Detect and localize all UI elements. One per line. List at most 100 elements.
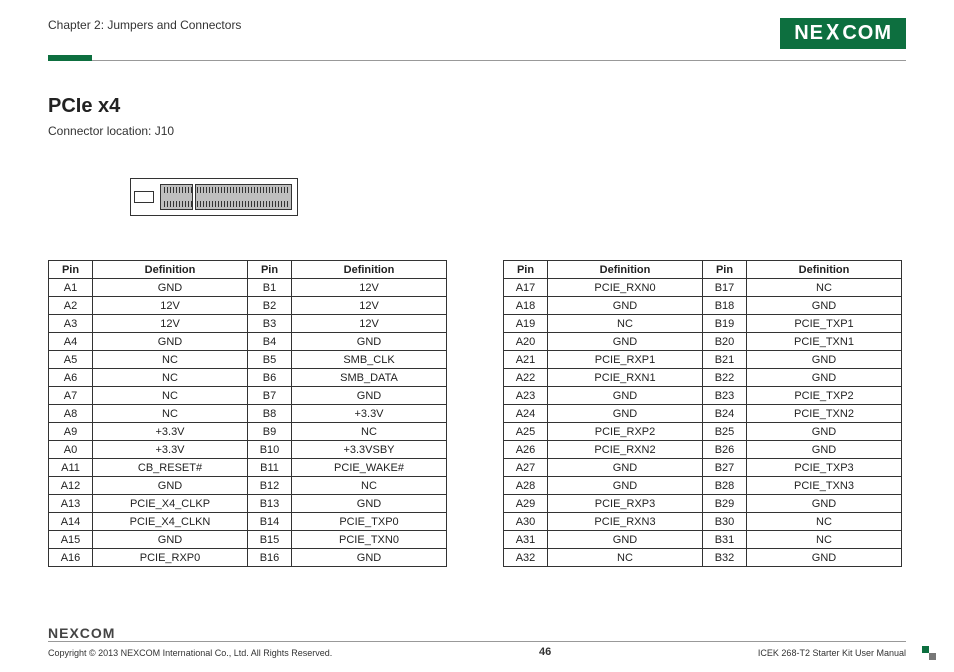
- pin-cell: A7: [49, 387, 93, 405]
- logo-part-x: X: [826, 21, 840, 46]
- definition-cell: PCIE_RXN2: [548, 441, 703, 459]
- pin-cell: B28: [703, 477, 747, 495]
- definition-cell: NC: [93, 369, 248, 387]
- definition-cell: PCIE_TXN0: [292, 531, 447, 549]
- definition-cell: NC: [292, 423, 447, 441]
- pin-cell: B22: [703, 369, 747, 387]
- table-row: A4GNDB4GND: [49, 333, 447, 351]
- col-def: Definition: [93, 261, 248, 279]
- definition-cell: PCIE_RXP3: [548, 495, 703, 513]
- pin-cell: B9: [248, 423, 292, 441]
- pin-cell: A28: [504, 477, 548, 495]
- definition-cell: PCIE_RXP2: [548, 423, 703, 441]
- definition-cell: 12V: [292, 279, 447, 297]
- pin-cell: B2: [248, 297, 292, 315]
- table-row: A26PCIE_RXN2B26GND: [504, 441, 902, 459]
- definition-cell: PCIE_RXN1: [548, 369, 703, 387]
- pin-cell: B20: [703, 333, 747, 351]
- pin-cell: B21: [703, 351, 747, 369]
- chapter-label: Chapter 2: Jumpers and Connectors: [48, 18, 241, 32]
- definition-cell: NC: [747, 531, 902, 549]
- table-row: A15GNDB15PCIE_TXN0: [49, 531, 447, 549]
- table-row: A27GNDB27PCIE_TXP3: [504, 459, 902, 477]
- pin-cell: B13: [248, 495, 292, 513]
- definition-cell: PCIE_RXN0: [548, 279, 703, 297]
- pin-cell: A13: [49, 495, 93, 513]
- pin-cell: B25: [703, 423, 747, 441]
- pin-cell: B14: [248, 513, 292, 531]
- definition-cell: GND: [747, 495, 902, 513]
- table-row: A28GNDB28PCIE_TXN3: [504, 477, 902, 495]
- pin-cell: A20: [504, 333, 548, 351]
- pin-cell: A26: [504, 441, 548, 459]
- pin-cell: A17: [504, 279, 548, 297]
- table-row: A7NCB7GND: [49, 387, 447, 405]
- pin-cell: B18: [703, 297, 747, 315]
- definition-cell: GND: [747, 351, 902, 369]
- definition-cell: PCIE_X4_CLKP: [93, 495, 248, 513]
- pin-cell: B17: [703, 279, 747, 297]
- pin-cell: A14: [49, 513, 93, 531]
- pin-cell: A0: [49, 441, 93, 459]
- definition-cell: NC: [548, 549, 703, 567]
- pin-cell: A23: [504, 387, 548, 405]
- definition-cell: GND: [747, 423, 902, 441]
- pin-cell: A6: [49, 369, 93, 387]
- definition-cell: NC: [747, 513, 902, 531]
- table-row: A8NCB8+3.3V: [49, 405, 447, 423]
- pin-cell: B12: [248, 477, 292, 495]
- col-pin: Pin: [248, 261, 292, 279]
- pin-cell: A8: [49, 405, 93, 423]
- definition-cell: GND: [548, 387, 703, 405]
- page-footer: NEXCOM Copyright © 2013 NEXCOM Internati…: [48, 625, 906, 658]
- pin-cell: B5: [248, 351, 292, 369]
- footer-logo: NEXCOM: [48, 625, 906, 641]
- pin-cell: B26: [703, 441, 747, 459]
- definition-cell: GND: [292, 549, 447, 567]
- table-row: A12GNDB12NC: [49, 477, 447, 495]
- definition-cell: CB_RESET#: [93, 459, 248, 477]
- table-row: A21PCIE_RXP1B21GND: [504, 351, 902, 369]
- pin-cell: A19: [504, 315, 548, 333]
- pin-cell: B27: [703, 459, 747, 477]
- definition-cell: GND: [93, 531, 248, 549]
- pin-cell: A30: [504, 513, 548, 531]
- definition-cell: NC: [93, 351, 248, 369]
- definition-cell: GND: [292, 495, 447, 513]
- table-row: A14PCIE_X4_CLKNB14PCIE_TXP0: [49, 513, 447, 531]
- pin-cell: A3: [49, 315, 93, 333]
- logo-part-1: NE: [794, 22, 824, 45]
- definition-cell: GND: [93, 333, 248, 351]
- col-def: Definition: [548, 261, 703, 279]
- table-row: A13PCIE_X4_CLKPB13GND: [49, 495, 447, 513]
- pinout-table-left: Pin Definition Pin Definition A1GNDB112V…: [48, 260, 447, 567]
- table-row: A1GNDB112V: [49, 279, 447, 297]
- definition-cell: PCIE_TXP1: [747, 315, 902, 333]
- definition-cell: NC: [548, 315, 703, 333]
- definition-cell: PCIE_TXN2: [747, 405, 902, 423]
- pin-cell: B19: [703, 315, 747, 333]
- definition-cell: GND: [548, 531, 703, 549]
- table-row: A312VB312V: [49, 315, 447, 333]
- definition-cell: NC: [747, 279, 902, 297]
- table-row: A0+3.3VB10+3.3VSBY: [49, 441, 447, 459]
- definition-cell: GND: [292, 387, 447, 405]
- table-row: A31GNDB31NC: [504, 531, 902, 549]
- logo-part-2: COM: [842, 22, 892, 45]
- definition-cell: +3.3V: [93, 423, 248, 441]
- col-pin: Pin: [49, 261, 93, 279]
- definition-cell: GND: [548, 477, 703, 495]
- pin-cell: B24: [703, 405, 747, 423]
- brand-logo: NEXCOM: [780, 18, 906, 49]
- pin-cell: A2: [49, 297, 93, 315]
- pin-cell: B29: [703, 495, 747, 513]
- pin-cell: A32: [504, 549, 548, 567]
- table-row: A30PCIE_RXN3B30NC: [504, 513, 902, 531]
- pin-cell: B32: [703, 549, 747, 567]
- definition-cell: GND: [93, 279, 248, 297]
- table-row: A16PCIE_RXP0B16GND: [49, 549, 447, 567]
- pin-cell: B11: [248, 459, 292, 477]
- pin-cell: A27: [504, 459, 548, 477]
- table-row: A23GNDB23PCIE_TXP2: [504, 387, 902, 405]
- pin-cell: B31: [703, 531, 747, 549]
